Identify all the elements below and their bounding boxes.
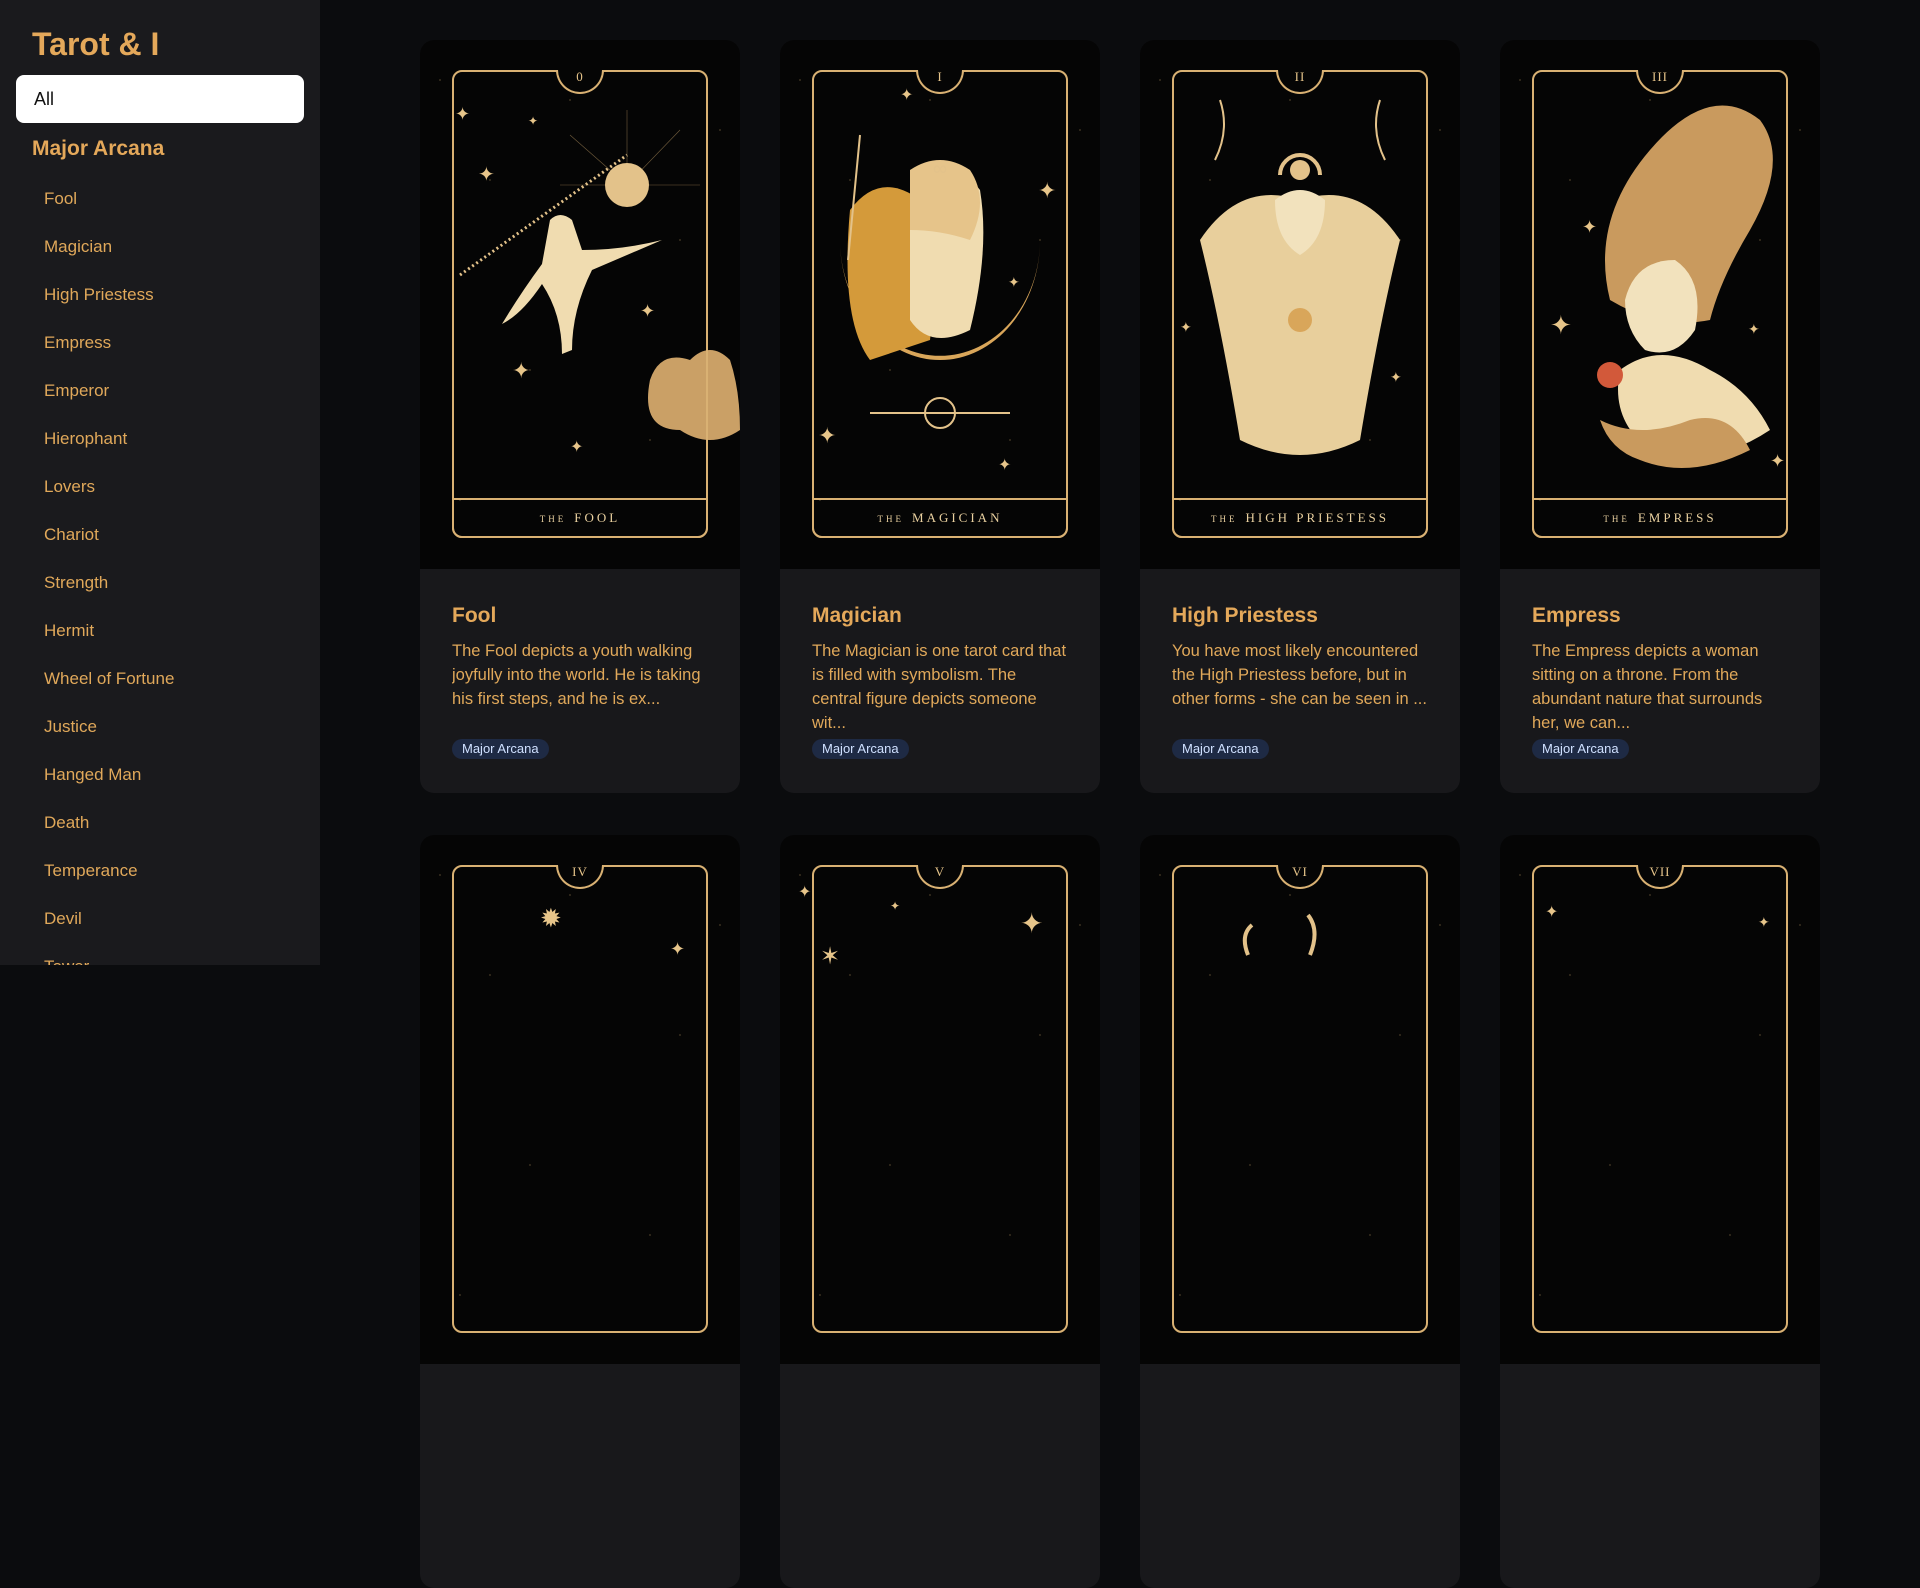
card-title: Empress [1532,604,1621,627]
card-numeral: V [934,864,946,879]
card-emperor[interactable]: ✹ ✦ IV [420,835,740,1588]
card-numeral: II [1294,69,1306,84]
nav-item-devil[interactable]: Devil [44,904,174,952]
card-fool[interactable]: ✦ ✦ ✦ ✦ ✦ ✦ 0 THE FOOL Fool The Fool depi… [420,40,740,793]
card-image-lovers: VI [1140,835,1460,1364]
card-image-high-priestess: ✦ ✦ II THE HIGH PRIESTESS [1140,40,1460,569]
nav-item-emperor[interactable]: Emperor [44,376,174,424]
nav-item-empress[interactable]: Empress [44,328,174,376]
card-hierophant[interactable]: ✦ ✦ ✦ ✶ V [780,835,1100,1588]
card-numeral: I [937,69,943,84]
card-image-empress: ✦ ✦ ✦ ✦ III THE EMPRESS [1500,40,1820,569]
card-chariot[interactable]: ✦ ✦ VII [1500,835,1820,1588]
card-magician[interactable]: ∞ ✦ ✦ ✦ ✦ ✦ I THE MAGICIAN Magician The M… [780,40,1100,793]
nav-item-strength[interactable]: Strength [44,568,174,616]
nav-item-justice[interactable]: Justice [44,712,174,760]
card-banner-title: FOOL [574,510,621,525]
card-numeral: III [1652,69,1668,84]
nav-item-tower[interactable]: Tower [44,952,174,965]
card-lovers[interactable]: VI [1140,835,1460,1588]
card-numeral: VII [1649,864,1671,879]
card-banner-title: MAGICIAN [912,510,1003,525]
nav-item-hanged-man[interactable]: Hanged Man [44,760,174,808]
card-title: High Priestess [1172,604,1318,627]
nav-item-high-priestess[interactable]: High Priestess [44,280,174,328]
nav-item-wheel-of-fortune[interactable]: Wheel of Fortune [44,664,174,712]
card-banner-title: EMPRESS [1637,510,1717,525]
card-description: The Magician is one tarot card that is f… [812,642,1067,732]
card-title: Magician [812,604,902,627]
card-image-emperor: ✹ ✦ IV [420,835,740,1364]
category-badge[interactable]: Major Arcana [1532,739,1629,759]
card-numeral: VI [1292,864,1308,879]
nav-item-death[interactable]: Death [44,808,174,856]
app-title: Tarot & I [32,26,160,62]
sidebar: Tarot & I All Major Arcana Fool Magician… [0,0,320,965]
card-nav-list: Fool Magician High Priestess Empress Emp… [44,184,174,965]
nav-item-hierophant[interactable]: Hierophant [44,424,174,472]
card-empress[interactable]: ✦ ✦ ✦ ✦ III THE EMPRESS Empress The Empre… [1500,40,1820,793]
card-image-magician: ∞ ✦ ✦ ✦ ✦ ✦ I THE MAGICIAN [780,40,1100,569]
card-banner-title: HIGH PRIESTESS [1245,510,1389,525]
card-image-fool: ✦ ✦ ✦ ✦ ✦ ✦ 0 THE FOOL [420,40,740,569]
category-badge[interactable]: Major Arcana [452,739,549,759]
card-title: Fool [452,604,497,627]
card-image-chariot: ✦ ✦ VII [1500,835,1820,1364]
nav-item-chariot[interactable]: Chariot [44,520,174,568]
nav-item-fool[interactable]: Fool [44,184,174,232]
card-description: The Fool depicts a youth walking joyfull… [452,642,701,708]
card-numeral: IV [572,864,588,879]
nav-item-hermit[interactable]: Hermit [44,616,174,664]
nav-item-magician[interactable]: Magician [44,232,174,280]
card-image-hierophant: ✦ ✦ ✦ ✶ V [780,835,1100,1364]
nav-item-temperance[interactable]: Temperance [44,856,174,904]
card-description: You have most likely encountered the Hig… [1172,642,1427,708]
card-numeral: 0 [576,69,584,84]
category-badge[interactable]: Major Arcana [812,739,909,759]
card-high-priestess[interactable]: ✦ ✦ II THE HIGH PRIESTESS High Priestess … [1140,40,1460,793]
section-title-major-arcana[interactable]: Major Arcana [32,137,164,161]
category-badge[interactable]: Major Arcana [1172,739,1269,759]
nav-item-lovers[interactable]: Lovers [44,472,174,520]
filter-all-button[interactable]: All [16,75,304,123]
card-description: The Empress depicts a woman sitting on a… [1532,642,1763,732]
